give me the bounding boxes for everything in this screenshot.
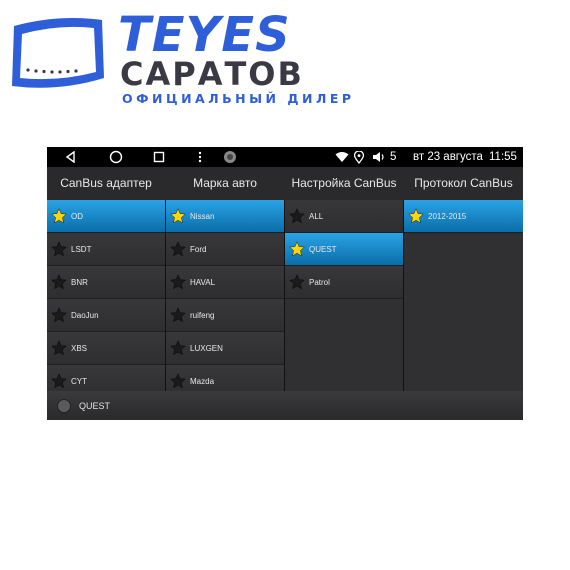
list-item[interactable]: Mazda [166,365,284,391]
recents-icon[interactable] [151,147,167,167]
wifi-icon [334,147,350,167]
list-item-label: Mazda [190,376,215,386]
home-icon[interactable] [108,147,124,167]
star-icon [289,241,305,257]
list-item[interactable]: LSDT [47,233,165,266]
brand-name: TEYES [118,7,291,63]
list-item[interactable]: OD [47,200,165,233]
bottom-selection-bar: QUEST [47,391,523,420]
list-item-label: LUXGEN [190,343,223,353]
list-item-label: ruifeng [190,310,215,320]
list-item-label: DaoJun [71,310,99,320]
list-item[interactable]: ruifeng [166,299,284,332]
list-item[interactable]: 2012-2015 [404,200,523,233]
back-icon[interactable] [63,147,79,167]
star-icon [51,340,67,356]
car-icon [57,398,71,413]
list-car-brand: Nissan Ford HAVAL ruifeng LUXGEN Mazda [166,200,284,391]
star-icon [51,373,67,389]
star-icon [170,274,186,290]
star-icon [51,241,67,257]
star-icon [170,208,186,224]
list-item-label: 2012-2015 [428,211,467,221]
star-icon [51,307,67,323]
star-icon [289,274,305,290]
header-canbus-adapter: CanBus адаптер [60,176,152,190]
list-item-label: XBS [71,343,88,353]
header-canbus-setting: Настройка CanBus [291,176,397,190]
dealer-logo: TEYES САРАТОВ ОФИЦИАЛЬНЫЙ ДИЛЕР [0,0,570,140]
list-item[interactable]: Nissan [166,200,284,233]
list-item[interactable]: BNR [47,266,165,299]
dealer-tagline: ОФИЦИАЛЬНЫЙ ДИЛЕР [122,91,355,106]
list-item[interactable]: XBS [47,332,165,365]
star-icon [170,373,186,389]
list-item-label: ALL [309,211,324,221]
volume-icon[interactable] [371,147,387,167]
selected-model-label: QUEST [79,400,111,411]
list-item[interactable]: QUEST [285,233,403,266]
list-item-label: HAVAL [190,277,216,287]
list-item[interactable]: DaoJun [47,299,165,332]
star-icon [51,208,67,224]
star-icon [170,340,186,356]
status-bar: 5 вт 23 августа 11:55 [47,147,523,167]
list-item[interactable]: ALL [285,200,403,233]
list-item[interactable]: LUXGEN [166,332,284,365]
star-icon [51,274,67,290]
column-headers: CanBus адаптер Марка авто Настройка CanB… [47,167,523,200]
app-icon[interactable] [222,147,238,167]
list-item[interactable]: HAVAL [166,266,284,299]
star-icon [289,208,305,224]
list-item-label: LSDT [71,244,92,254]
star-icon [170,307,186,323]
menu-dots-icon[interactable] [195,147,205,167]
status-date: вт 23 августа [413,151,483,163]
status-time: 11:55 [489,151,517,163]
list-item-label: Ford [190,244,207,254]
header-car-brand: Марка авто [193,176,257,190]
city-name: САРАТОВ [120,55,304,93]
head-unit-screen: 5 вт 23 августа 11:55 CanBus адаптер Мар… [47,147,523,420]
list-item[interactable]: CYT [47,365,165,391]
list-item-label: OD [71,211,83,221]
star-icon [408,208,424,224]
list-canbus-protocol: 2012-2015 [404,200,523,391]
list-item-label: Patrol [309,277,330,287]
list-item[interactable]: Ford [166,233,284,266]
list-item-label: BNR [71,277,88,287]
list-canbus-setting: ALL QUEST Patrol [285,200,403,391]
list-item-label: CYT [71,376,87,386]
list-item[interactable]: Patrol [285,266,403,299]
list-item-label: QUEST [309,244,337,254]
header-canbus-protocol: Протокол CanBus [414,176,513,190]
volume-level: 5 [390,151,397,163]
list-canbus-adapter: OD LSDT BNR DaoJun XBS CYT [47,200,165,391]
list-item-label: Nissan [190,211,215,221]
location-icon [352,147,366,167]
star-icon [170,241,186,257]
car-screen-logo-icon [12,18,104,88]
